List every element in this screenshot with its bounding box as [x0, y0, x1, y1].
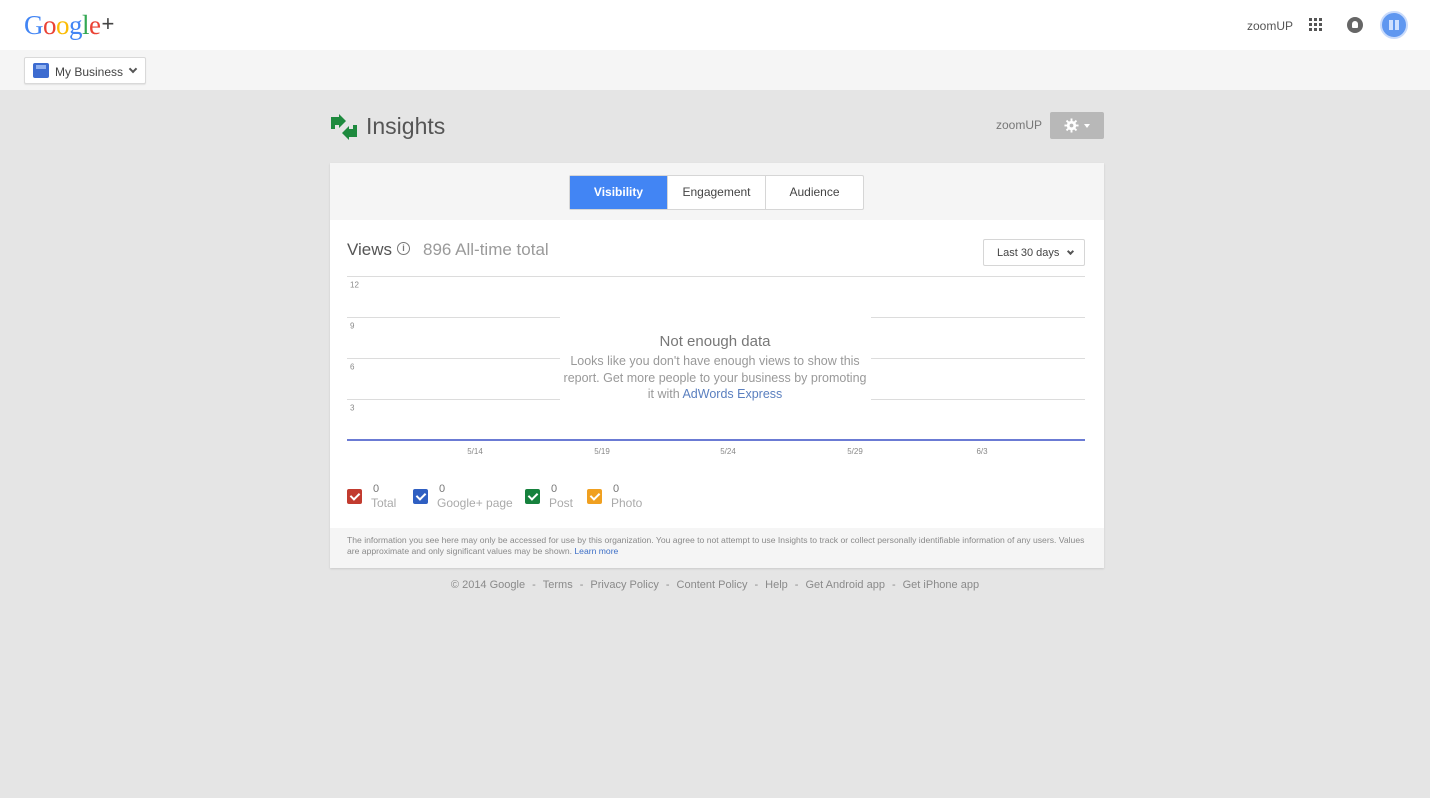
legend-value: 0 [551, 483, 558, 495]
footer-link: © 2014 Google [450, 579, 526, 591]
legend-label: Photo [611, 496, 643, 510]
no-data-message: Not enough data Looks like you don't hav… [560, 333, 870, 403]
disclaimer-text: The information you see here may only be… [330, 528, 1104, 568]
my-business-label: My Business [55, 65, 124, 79]
x-tick-label: 6/3 [976, 447, 988, 456]
info-icon[interactable]: i [397, 242, 410, 255]
caret-down-icon [1084, 124, 1090, 128]
footer-separator: - [532, 579, 536, 591]
post-checkbox[interactable] [525, 489, 540, 504]
legend-label: Post [549, 496, 574, 510]
apps-grid-icon[interactable] [1309, 18, 1323, 32]
footer-separator: - [891, 579, 896, 591]
avatar[interactable] [1380, 11, 1408, 39]
footer-link[interactable]: Help [765, 579, 788, 591]
x-tick-label: 5/29 [847, 447, 863, 456]
x-tick-label: 5/24 [720, 447, 736, 456]
adwords-express-link[interactable]: AdWords Express [682, 387, 782, 401]
y-tick-label: 6 [350, 363, 355, 372]
tab-engagement[interactable]: Engagement [668, 176, 766, 209]
footer-separator: - [665, 579, 670, 591]
footer-separator: - [579, 579, 584, 591]
total-checkbox[interactable] [347, 489, 362, 504]
date-range-label: Last 30 days [997, 247, 1060, 259]
my-business-dropdown[interactable]: My Business [24, 57, 146, 84]
footer-link[interactable]: Terms [543, 579, 573, 591]
insights-logo-icon [330, 114, 358, 140]
legend-value: 0 [373, 483, 380, 495]
y-tick-label: 12 [350, 281, 359, 290]
insights-card: Visibility Engagement Audience Views i 8… [330, 163, 1104, 568]
y-tick-label: 3 [350, 404, 355, 413]
footer-links: © 2014 Google - Terms - Privacy Policy - Conte… [0, 579, 1430, 591]
top-bar: Google+ zoomUP [0, 0, 1430, 50]
legend-value: 0 [613, 483, 620, 495]
legend-value: 0 [439, 483, 446, 495]
notifications-bell-icon[interactable] [1347, 17, 1363, 33]
footer-link[interactable]: Get Android app [805, 579, 885, 591]
page-title: Insights [366, 113, 446, 139]
my-business-icon [33, 63, 49, 78]
footer-link[interactable]: Get iPhone app [903, 579, 979, 591]
date-range-dropdown[interactable]: Last 30 days [983, 239, 1085, 266]
views-title: Views [347, 240, 393, 259]
page-owner-name: zoomUP [996, 118, 1043, 132]
y-tick-label: 9 [350, 322, 355, 331]
footer-link[interactable]: Content Policy [677, 579, 748, 591]
settings-menu-button[interactable] [1050, 112, 1104, 139]
footer-separator: - [794, 579, 799, 591]
views-total: 896 All-time total [423, 240, 549, 259]
no-data-title: Not enough data [659, 333, 771, 350]
tab-visibility[interactable]: Visibility [570, 176, 668, 209]
learn-more-link[interactable]: Learn more [574, 546, 618, 556]
x-tick-label: 5/14 [467, 447, 483, 456]
legend-label: Google+ page [437, 496, 513, 510]
google-page-checkbox[interactable] [413, 489, 428, 504]
tab-audience[interactable]: Audience [766, 176, 863, 209]
gear-icon [1064, 118, 1079, 133]
secondary-bar: My Business [0, 50, 1430, 90]
footer-link[interactable]: Privacy Policy [590, 579, 658, 591]
no-data-text: Looks like you don't have enough views t… [563, 354, 867, 401]
photo-checkbox[interactable] [587, 489, 602, 504]
account-name-link[interactable]: zoomUP [1247, 19, 1293, 33]
chevron-down-icon [1066, 247, 1075, 256]
tab-bar: Visibility Engagement Audience [330, 163, 1104, 220]
google-plus-logo[interactable]: Google+ [24, 10, 114, 41]
footer-separator: - [754, 579, 759, 591]
legend-label: Total [371, 496, 397, 510]
x-tick-label: 5/19 [594, 447, 610, 456]
tab-group: Visibility Engagement Audience [569, 175, 864, 210]
chevron-down-icon [128, 64, 138, 74]
